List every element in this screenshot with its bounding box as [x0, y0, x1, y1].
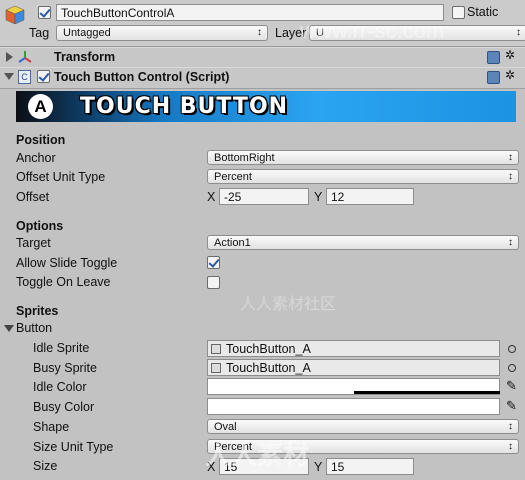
size-unit-label: Size Unit Type	[33, 440, 114, 454]
target-label: Target	[16, 236, 51, 250]
shape-dropdown[interactable]: Oval	[207, 419, 519, 434]
gameobject-cube-icon	[5, 5, 25, 25]
offset-x-field[interactable]: -25	[219, 188, 309, 205]
sprite-icon	[211, 344, 221, 354]
collapse-arrow-icon[interactable]	[4, 73, 14, 80]
sprites-heading: Sprites	[16, 304, 59, 318]
idle-color-field[interactable]	[207, 378, 500, 395]
sprite-icon	[211, 363, 221, 373]
layer-dropdown[interactable]: U	[309, 25, 525, 41]
idle-sprite-field[interactable]: TouchButton_A	[207, 340, 500, 357]
busy-sprite-field[interactable]: TouchButton_A	[207, 359, 500, 376]
tag-dropdown[interactable]: Untagged	[56, 25, 268, 41]
options-heading: Options	[16, 219, 64, 233]
anchor-label: Anchor	[16, 151, 56, 165]
help-book-icon[interactable]	[487, 71, 500, 84]
toggle-on-leave-label: Toggle On Leave	[16, 275, 111, 289]
anchor-dropdown[interactable]: BottomRight	[207, 150, 519, 165]
static-checkbox[interactable]	[452, 6, 465, 19]
active-checkbox[interactable]	[38, 6, 51, 19]
size-y-field[interactable]: 15	[326, 458, 414, 475]
script-file-icon: C	[18, 70, 31, 84]
object-picker-icon[interactable]	[508, 345, 516, 353]
object-name-field[interactable]: TouchButtonControlA	[56, 4, 444, 21]
eyedropper-icon[interactable]: ✎	[506, 398, 517, 414]
banner-badge: A	[28, 94, 53, 119]
eyedropper-icon[interactable]: ✎	[506, 378, 517, 394]
size-x-label: X	[207, 460, 216, 474]
tag-label: Tag	[29, 26, 50, 40]
settings-gear-icon[interactable]: ✲	[505, 48, 515, 62]
script-title: Touch Button Control (Script)	[54, 70, 230, 84]
offset-unit-label: Offset Unit Type	[16, 170, 106, 184]
offset-label: Offset	[16, 190, 50, 204]
button-foldout-label[interactable]: Button	[16, 321, 52, 335]
size-label: Size	[33, 459, 58, 473]
expand-arrow-icon[interactable]	[6, 52, 13, 62]
allow-slide-checkbox[interactable]	[207, 256, 220, 269]
idle-color-label: Idle Color	[33, 380, 87, 394]
size-unit-dropdown[interactable]: Percent	[207, 439, 519, 454]
busy-color-label: Busy Color	[33, 400, 95, 414]
position-heading: Position	[16, 133, 66, 147]
size-y-label: Y	[314, 460, 323, 474]
settings-gear-icon[interactable]: ✲	[505, 68, 515, 82]
object-picker-icon[interactable]	[508, 364, 516, 372]
offset-x-label: X	[207, 190, 216, 204]
transform-axes-icon	[18, 51, 32, 63]
idle-sprite-value: TouchButton_A	[226, 342, 311, 356]
offset-y-label: Y	[314, 190, 323, 204]
layer-label: Layer	[275, 26, 307, 40]
toggle-on-leave-checkbox[interactable]	[207, 276, 220, 289]
allow-slide-label: Allow Slide Toggle	[16, 256, 118, 270]
help-book-icon[interactable]	[487, 51, 500, 64]
watermark-text: 人人素材社区	[240, 296, 337, 313]
script-enabled-checkbox[interactable]	[37, 70, 50, 83]
busy-sprite-value: TouchButton_A	[226, 361, 311, 375]
banner-title: TOUCH BUTTON	[80, 94, 289, 119]
static-label: Static	[467, 5, 499, 19]
idle-sprite-label: Idle Sprite	[33, 341, 90, 355]
transform-title: Transform	[54, 50, 116, 64]
button-foldout-arrow-icon[interactable]	[4, 325, 14, 332]
offset-unit-dropdown[interactable]: Percent	[207, 169, 519, 184]
offset-y-field[interactable]: 12	[326, 188, 414, 205]
size-x-field[interactable]: 15	[219, 458, 309, 475]
alpha-bar	[354, 391, 500, 394]
busy-sprite-label: Busy Sprite	[33, 361, 97, 375]
busy-color-field[interactable]	[207, 398, 500, 415]
target-dropdown[interactable]: Action1	[207, 235, 519, 250]
shape-label: Shape	[33, 420, 70, 434]
